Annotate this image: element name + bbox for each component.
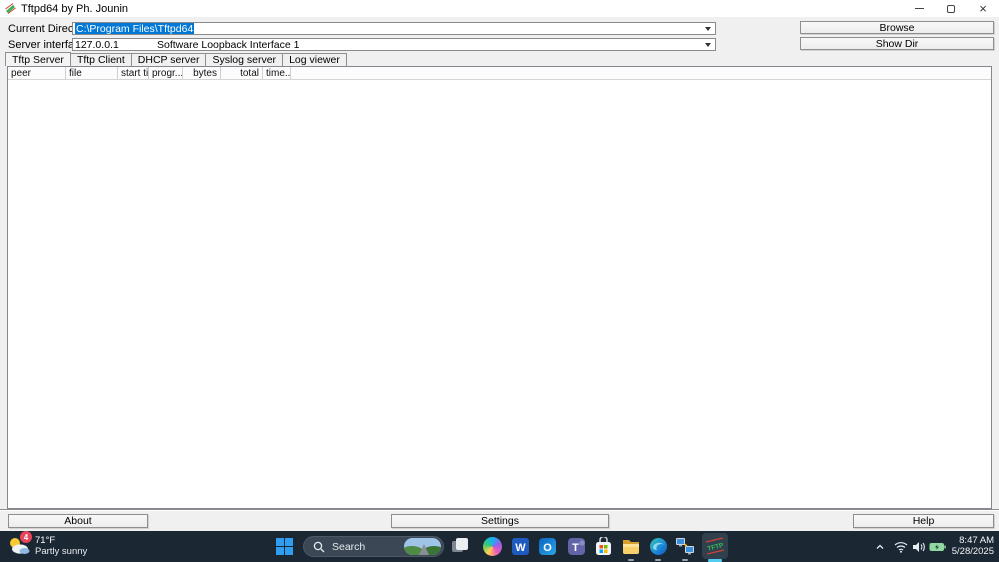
weather-temperature: 71°F: [35, 535, 56, 546]
tab-tftp-client[interactable]: Tftp Client: [69, 53, 132, 66]
listview-header: peer file start ti... progr... bytes tot…: [8, 67, 991, 80]
current-directory-combobox[interactable]: C:\Program Files\Tftpd64: [72, 22, 716, 35]
taskbar-clock[interactable]: 8:47 AM 5/28/2025: [934, 535, 994, 557]
search-highlight-image[interactable]: [404, 538, 441, 555]
wifi-button[interactable]: [893, 531, 909, 562]
tftpd64-active-indicator: [708, 559, 722, 562]
speaker-icon: [912, 541, 925, 552]
current-directory-dropdown-icon[interactable]: [703, 23, 713, 34]
edge-button[interactable]: [646, 534, 670, 558]
tab-tftp-server[interactable]: Tftp Server: [5, 52, 71, 66]
file-explorer-button[interactable]: [619, 534, 643, 558]
file-explorer-running-indicator: [628, 559, 634, 561]
clock-time: 8:47 AM: [959, 535, 994, 546]
search-icon: [313, 541, 325, 552]
tftpd64-app-icon: [5, 3, 16, 14]
chevron-up-icon: [876, 544, 884, 549]
start-button[interactable]: [272, 534, 296, 558]
microsoft-store-icon: [595, 536, 611, 555]
minimize-icon: [914, 8, 924, 9]
window-titlebar: Tftpd64 by Ph. Jounin ×: [0, 0, 999, 17]
browse-button[interactable]: Browse: [800, 21, 994, 34]
bottom-separator: [0, 509, 999, 511]
word-button[interactable]: W: [508, 534, 532, 558]
tray-chevron-button[interactable]: [872, 531, 888, 562]
wifi-icon: [894, 541, 908, 553]
tab-bar: Tftp Server Tftp Client DHCP server Sysl…: [5, 52, 347, 66]
tftpd64-taskbar-button[interactable]: TFTP: [702, 533, 728, 559]
show-dir-button[interactable]: Show Dir: [800, 37, 994, 50]
tab-syslog-server[interactable]: Syslog server: [205, 53, 284, 66]
minimize-button[interactable]: [903, 0, 935, 17]
about-button[interactable]: About: [8, 514, 148, 528]
screen: Tftpd64 by Ph. Jounin × Current Director…: [0, 0, 999, 562]
svg-text:O: O: [543, 542, 552, 554]
column-start-time[interactable]: start ti...: [118, 67, 149, 79]
search-placeholder: Search: [332, 540, 366, 553]
task-view-icon: [452, 538, 468, 552]
file-explorer-icon: [623, 540, 639, 554]
transfer-listview: peer file start ti... progr... bytes tot…: [7, 66, 992, 509]
server-interface-ip: 127.0.0.1: [75, 38, 119, 51]
settings-button[interactable]: Settings: [391, 514, 609, 528]
microsoft-store-button[interactable]: [591, 534, 615, 558]
network-app-running-indicator: [682, 559, 688, 561]
current-directory-value: C:\Program Files\Tftpd64: [75, 22, 195, 35]
server-interfaces-combobox[interactable]: 127.0.0.1 Software Loopback Interface 1: [72, 38, 716, 51]
weather-condition: Partly sunny: [35, 546, 88, 557]
tab-log-viewer[interactable]: Log viewer: [282, 53, 347, 66]
window-title: Tftpd64 by Ph. Jounin: [21, 2, 129, 15]
maximize-button[interactable]: [935, 0, 967, 17]
window-controls: ×: [903, 0, 999, 17]
column-progress[interactable]: progr...: [149, 67, 183, 79]
outlook-icon: O: [538, 537, 556, 555]
close-icon: ×: [979, 1, 987, 16]
column-filler: [291, 67, 991, 79]
column-peer[interactable]: peer: [8, 67, 66, 79]
volume-button[interactable]: [910, 531, 927, 562]
task-view-button[interactable]: [448, 534, 472, 558]
copilot-icon: [482, 536, 502, 556]
outlook-button[interactable]: O: [535, 534, 559, 558]
svg-text:T: T: [572, 542, 579, 554]
edge-icon: [649, 537, 667, 555]
copilot-button[interactable]: [480, 534, 504, 558]
column-file[interactable]: file: [66, 67, 118, 79]
windows-logo-icon: [275, 537, 293, 555]
network-app-button[interactable]: [673, 534, 697, 558]
svg-text:W: W: [515, 542, 526, 554]
svg-text:TFTP: TFTP: [707, 542, 725, 553]
network-computers-icon: [676, 538, 694, 555]
clock-date: 5/28/2025: [951, 546, 994, 557]
server-interface-name: Software Loopback Interface 1: [157, 38, 300, 51]
edge-running-indicator: [655, 559, 661, 561]
teams-button[interactable]: T: [564, 534, 588, 558]
tftpd64-icon: TFTP: [705, 537, 725, 555]
close-button[interactable]: ×: [967, 0, 999, 17]
column-bytes[interactable]: bytes: [183, 67, 221, 79]
tab-dhcp-server[interactable]: DHCP server: [130, 53, 207, 66]
notification-badge: 4: [20, 531, 32, 543]
word-icon: W: [511, 537, 529, 555]
teams-icon: T: [567, 537, 585, 555]
weather-widget[interactable]: 4 71°F Partly sunny: [2, 531, 114, 562]
column-total[interactable]: total: [221, 67, 263, 79]
help-button[interactable]: Help: [853, 514, 994, 528]
maximize-icon: [947, 4, 955, 13]
server-interfaces-dropdown-icon[interactable]: [703, 39, 713, 50]
column-timeout[interactable]: time...: [263, 67, 291, 79]
search-box[interactable]: Search: [303, 536, 444, 557]
taskbar: 4 71°F Partly sunny Search W O T TFTP 8:…: [0, 531, 999, 562]
listview-body[interactable]: [8, 80, 991, 508]
